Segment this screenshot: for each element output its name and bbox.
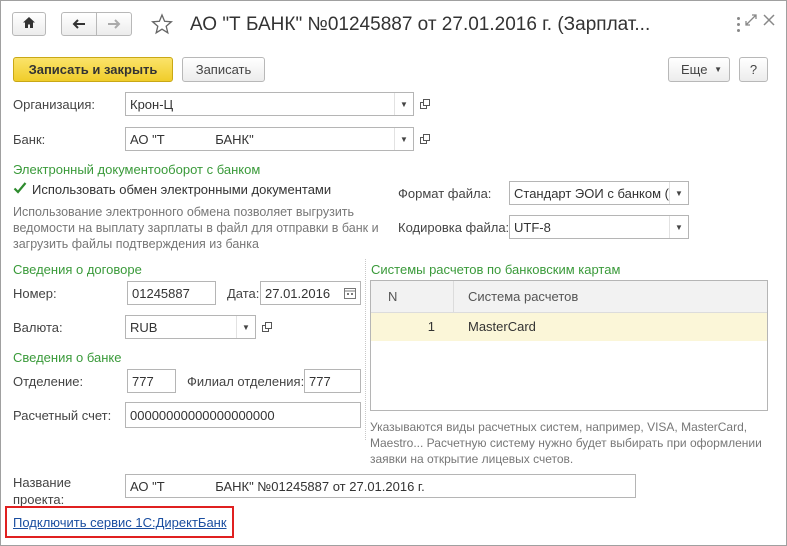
contract-number-value: 01245887 (132, 286, 190, 301)
column-separator (453, 281, 454, 312)
edo-checkbox-label: Использовать обмен электронными документ… (32, 182, 332, 197)
row-system: MasterCard (468, 319, 536, 334)
payment-systems-table[interactable]: N Система расчетов 1 MasterCard (370, 280, 768, 411)
table-header: N Система расчетов (371, 281, 767, 313)
arrow-left-icon (72, 17, 86, 32)
calendar-icon[interactable] (344, 287, 356, 302)
cards-group-heading: Системы расчетов по банковским картам (371, 262, 621, 277)
chevron-down-icon[interactable]: ▼ (394, 93, 413, 115)
column-header-system[interactable]: Система расчетов (468, 289, 578, 304)
project-name-label-line1: Название (13, 475, 72, 490)
bank-info-group-heading: Сведения о банке (13, 350, 122, 365)
account-label: Расчетный счет: (13, 408, 112, 423)
home-button[interactable] (12, 12, 46, 36)
contract-date-value: 27.01.2016 (265, 286, 331, 301)
currency-label: Валюта: (13, 320, 63, 335)
open-icon[interactable] (258, 316, 276, 338)
help-button[interactable]: ? (739, 57, 768, 82)
project-name-label: Название проекта: (13, 474, 71, 508)
maximize-icon (745, 14, 757, 29)
row-number: 1 (427, 319, 435, 334)
kebab-icon (736, 16, 740, 32)
home-icon (22, 16, 36, 32)
bank-field[interactable]: АО "Т БАНК" ▼ (125, 127, 414, 151)
contract-group-heading: Сведения о договоре (13, 262, 142, 277)
edo-checkbox[interactable]: Использовать обмен электронными документ… (13, 181, 331, 198)
chevron-down-icon[interactable]: ▼ (669, 216, 688, 238)
contract-date-field[interactable]: 27.01.2016 (260, 281, 361, 305)
chevron-down-icon[interactable]: ▼ (669, 182, 688, 204)
currency-field[interactable]: RUB ▼ (125, 315, 256, 339)
project-name-field[interactable]: АО "Т БАНК" №01245887 от 27.01.2016 г. (125, 474, 636, 498)
save-and-close-button[interactable]: Записать и закрыть (13, 57, 173, 82)
bank-label: Банк: (13, 132, 46, 147)
edo-note: Использование электронного обмена позвол… (13, 205, 379, 251)
column-header-n[interactable]: N (388, 289, 397, 304)
favorite-button[interactable] (150, 13, 174, 38)
organization-field[interactable]: Крон-Ц ▼ (125, 92, 414, 116)
close-button[interactable] (763, 14, 775, 26)
forward-button[interactable] (96, 12, 132, 36)
more-actions-button[interactable]: Еще ▼ (668, 57, 730, 82)
file-format-label: Формат файла: (398, 186, 492, 201)
contract-number-label: Номер: (13, 286, 57, 301)
account-field[interactable]: 00000000000000000000 (125, 402, 361, 428)
cards-note: Указываются виды расчетных систем, напри… (370, 420, 762, 466)
contract-number-field[interactable]: 01245887 (127, 281, 216, 305)
more-actions-label: Еще (681, 62, 708, 77)
branch-value: 777 (132, 374, 154, 389)
back-button[interactable] (61, 12, 97, 36)
close-icon (763, 14, 775, 29)
subbranch-field[interactable]: 777 (304, 369, 361, 393)
file-encoding-label: Кодировка файла: (398, 220, 510, 235)
more-menu-button[interactable] (733, 14, 743, 34)
project-name-value: АО "Т БАНК" №01245887 от 27.01.2016 г. (130, 479, 425, 494)
bank-value: АО "Т БАНК" (130, 132, 254, 147)
organization-value: Крон-Ц (130, 97, 174, 112)
column-divider (365, 259, 367, 440)
subbranch-value: 777 (309, 374, 331, 389)
subbranch-label: Филиал отделения: (187, 374, 305, 389)
currency-value: RUB (130, 320, 158, 335)
edo-group-heading: Электронный документооборот с банком (13, 162, 261, 177)
file-format-value: Стандарт ЭОИ с банком ( (514, 186, 669, 201)
save-button[interactable]: Записать (182, 57, 265, 82)
organization-label: Организация: (13, 97, 96, 112)
connect-directbank-link[interactable]: Подключить сервис 1С:ДиректБанк (13, 515, 227, 530)
open-icon[interactable] (416, 93, 434, 115)
chevron-down-icon[interactable]: ▼ (394, 128, 413, 150)
file-encoding-field[interactable]: UTF-8 ▼ (509, 215, 689, 239)
checkmark-icon (13, 181, 27, 198)
chevron-down-icon[interactable]: ▼ (236, 316, 255, 338)
contract-date-label: Дата: (227, 286, 260, 301)
file-format-field[interactable]: Стандарт ЭОИ с банком ( ▼ (509, 181, 689, 205)
account-value: 00000000000000000000 (130, 408, 275, 423)
branch-field[interactable]: 777 (127, 369, 176, 393)
chevron-down-icon: ▼ (714, 65, 722, 74)
arrow-right-icon (107, 17, 121, 32)
branch-label: Отделение: (13, 374, 84, 389)
file-encoding-value: UTF-8 (514, 220, 551, 235)
star-icon (150, 13, 174, 38)
maximize-button[interactable] (745, 14, 757, 26)
page-title: АО "Т БАНК" №01245887 от 27.01.2016 г. (… (190, 14, 651, 35)
open-icon[interactable] (416, 128, 434, 150)
table-row[interactable]: 1 MasterCard (371, 313, 767, 341)
